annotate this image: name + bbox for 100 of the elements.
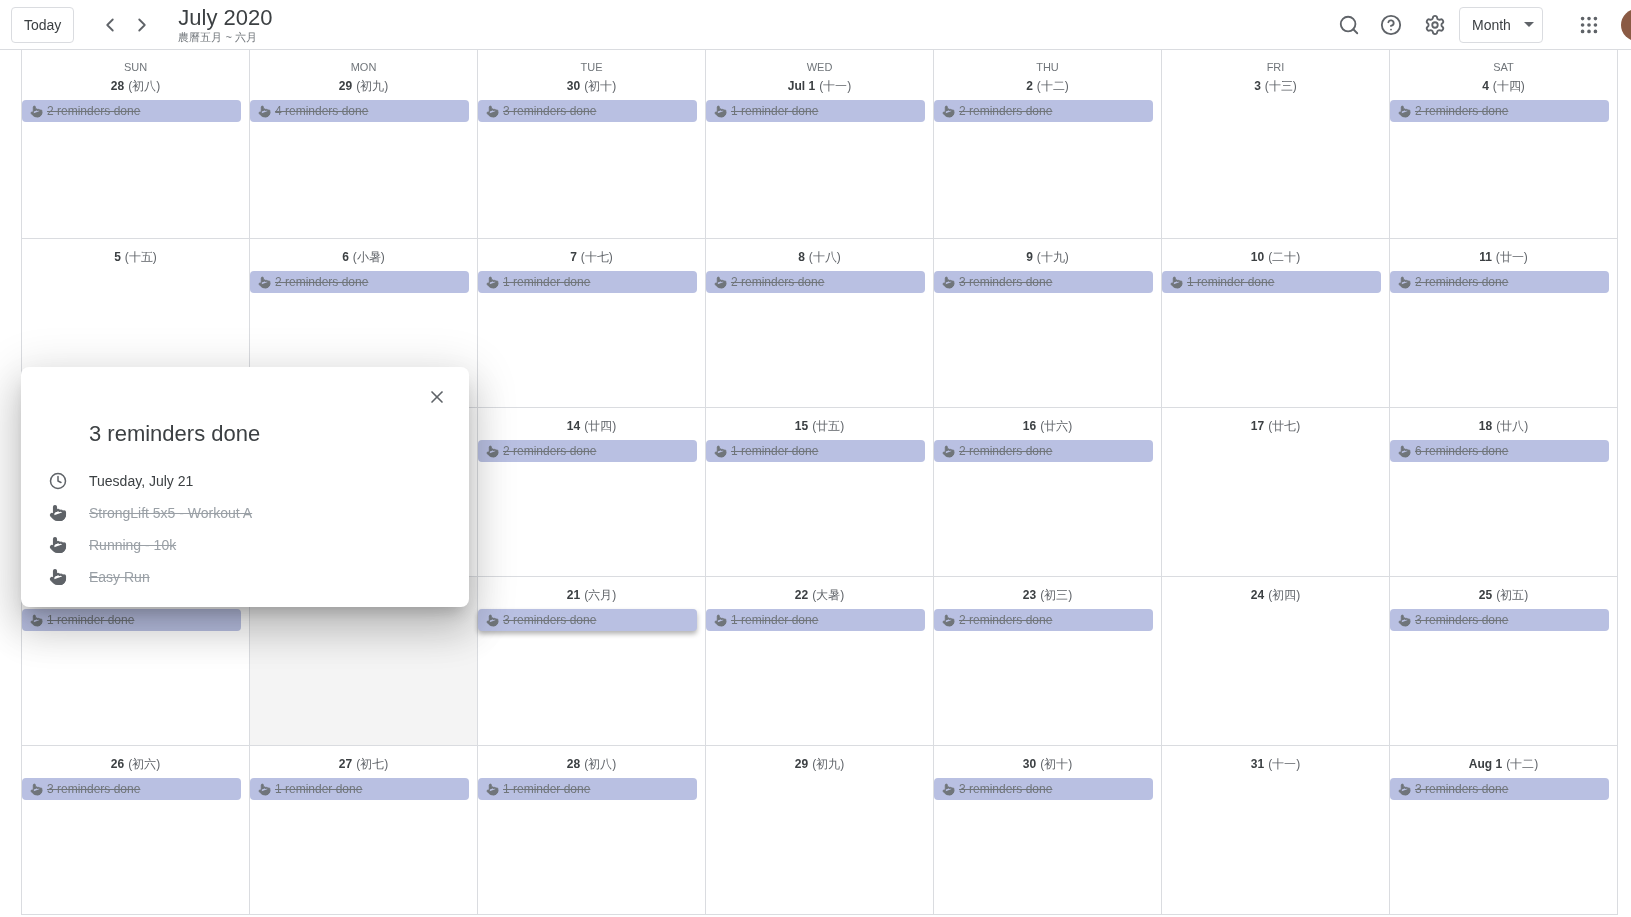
day-cell[interactable]: 14 (廿四) 2 reminders done	[478, 408, 706, 577]
reminder-item: Running - 10k	[89, 537, 177, 553]
lunar-date: (十九)	[1036, 249, 1069, 266]
date-number: 5	[114, 249, 121, 266]
lunar-date: (初四)	[1268, 587, 1301, 604]
lunar-date: (十一)	[819, 78, 852, 95]
day-cell[interactable]: Aug 1 (十二) 3 reminders done	[1390, 746, 1618, 915]
day-cell[interactable]: SAT 4 (十四) 2 reminders done	[1390, 50, 1618, 239]
day-cell[interactable]: 29 (初九)	[706, 746, 934, 915]
hand-pointer-icon	[486, 275, 499, 289]
date-number: 15	[794, 418, 809, 435]
lunar-date: (初九)	[356, 78, 389, 95]
date-number: 11	[1479, 249, 1492, 266]
lunar-date: (大暑)	[812, 587, 845, 604]
day-cell[interactable]: 15 (廿五) 1 reminder done	[706, 408, 934, 577]
date-number: 24	[1250, 587, 1265, 604]
hand-pointer-icon	[486, 613, 499, 627]
hand-pointer-icon	[486, 444, 499, 458]
caret-icon	[1524, 22, 1534, 27]
lunar-date: (廿八)	[1496, 418, 1529, 435]
weekday-label: MON	[349, 60, 378, 74]
date-number: 30	[1022, 756, 1037, 773]
lunar-date: (初九)	[812, 756, 845, 773]
date-number: 23	[1022, 587, 1037, 604]
lunar-date: (廿七)	[1268, 418, 1301, 435]
day-cell[interactable]: 24 (初四)	[1162, 577, 1390, 746]
hand-pointer-icon	[486, 104, 499, 118]
day-cell[interactable]: 30 (初十) 3 reminders done	[934, 746, 1162, 915]
lunar-date: (小暑)	[352, 249, 385, 266]
date-number: 28	[110, 78, 125, 95]
date-number: 18	[1478, 418, 1493, 435]
day-cell[interactable]: 10 (二十) 1 reminder done	[1162, 239, 1390, 408]
weekday-label: FRI	[1265, 60, 1286, 74]
date-number: 16	[1022, 418, 1037, 435]
lunar-date: (十五)	[124, 249, 157, 266]
day-cell[interactable]: 25 (初五) 3 reminders done	[1390, 577, 1618, 746]
day-cell[interactable]: 9 (十九) 3 reminders done	[934, 239, 1162, 408]
lunar-date: (初六)	[128, 756, 161, 773]
help-icon	[1380, 13, 1402, 36]
view-dropdown[interactable]: Month	[1459, 6, 1543, 43]
day-cell[interactable]: 16 (廿六) 2 reminders done	[934, 408, 1162, 577]
search-icon	[1338, 13, 1360, 36]
day-cell[interactable]: THU 2 (十二) 2 reminders done	[934, 50, 1162, 239]
hand-pointer-icon	[942, 104, 955, 118]
day-cell[interactable]: 27 (初七) 1 reminder done	[250, 746, 478, 915]
day-cell[interactable]: MON 29 (初九) 4 reminders done	[250, 50, 478, 239]
day-cell[interactable]: TUE 30 (初十) 3 reminders done	[478, 50, 706, 239]
hand-pointer-icon	[942, 782, 955, 796]
date-number: 17	[1250, 418, 1265, 435]
lunar-date: (十一)	[1268, 756, 1301, 773]
day-cell[interactable]: FRI 3 (十三)	[1162, 50, 1390, 239]
day-cell[interactable]: 28 (初八) 1 reminder done	[478, 746, 706, 915]
day-cell[interactable]: 23 (初三) 2 reminders done	[934, 577, 1162, 746]
today-button[interactable]: Today	[11, 6, 75, 43]
hand-pointer-icon	[942, 613, 955, 627]
hand-pointer-icon	[942, 275, 955, 289]
date-number: 4	[1482, 78, 1489, 95]
date-number: 8	[798, 249, 805, 266]
day-cell[interactable]: 21 (六月) 3 reminders done	[478, 577, 706, 746]
lunar-date: (十七)	[580, 249, 613, 266]
day-cell[interactable]: 17 (廿七)	[1162, 408, 1390, 577]
day-cell[interactable]: 31 (十一)	[1162, 746, 1390, 915]
date-number: 21	[566, 587, 581, 604]
hand-pointer-icon	[258, 104, 271, 118]
hand-pointer-icon	[486, 782, 499, 796]
popup-date: Tuesday, July 21	[89, 473, 194, 489]
date-number: Jul 1	[787, 78, 816, 95]
day-cell[interactable]: 18 (廿八) 6 reminders done	[1390, 408, 1618, 577]
day-cell[interactable]: SUN 28 (初八) 2 reminders done	[22, 50, 250, 239]
day-cell[interactable]: 22 (大暑) 1 reminder done	[706, 577, 934, 746]
lunar-date: (初三)	[1040, 587, 1073, 604]
hand-pointer-icon	[49, 568, 67, 586]
hand-pointer-icon	[714, 444, 727, 458]
date-number: 28	[566, 756, 581, 773]
popup-title: 3 reminders done	[89, 421, 262, 447]
reminder-item: StrongLift 5x5 - Workout A	[89, 505, 253, 521]
day-cell[interactable]: 26 (初六) 3 reminders done	[22, 746, 250, 915]
hand-pointer-icon	[1170, 275, 1183, 289]
hand-pointer-icon	[258, 782, 271, 796]
date-number: 29	[338, 78, 353, 95]
lunar-date: (六月)	[584, 587, 617, 604]
date-number: 7	[570, 249, 577, 266]
date-number: 9	[1026, 249, 1033, 266]
lunar-date: (十八)	[808, 249, 841, 266]
hand-pointer-icon	[714, 613, 727, 627]
hand-pointer-icon	[1398, 444, 1411, 458]
day-cell[interactable]: WED Jul 1 (十一) 1 reminder done	[706, 50, 934, 239]
day-cell[interactable]: 11 (廿一) 2 reminders done	[1390, 239, 1618, 408]
lunar-date: (廿一)	[1495, 249, 1528, 266]
date-number: 27	[338, 756, 353, 773]
lunar-date: (初十)	[1040, 756, 1073, 773]
date-number: 31	[1250, 756, 1265, 773]
weekday-label: THU	[1035, 60, 1060, 74]
date-number: 26	[110, 756, 125, 773]
day-cell[interactable]: 7 (十七) 1 reminder done	[478, 239, 706, 408]
month-title: July 2020	[178, 5, 273, 30]
day-cell[interactable]: 8 (十八) 2 reminders done	[706, 239, 934, 408]
hand-pointer-icon	[30, 613, 43, 627]
weekday-label: SAT	[1492, 60, 1515, 74]
lunar-date: (初七)	[356, 756, 389, 773]
